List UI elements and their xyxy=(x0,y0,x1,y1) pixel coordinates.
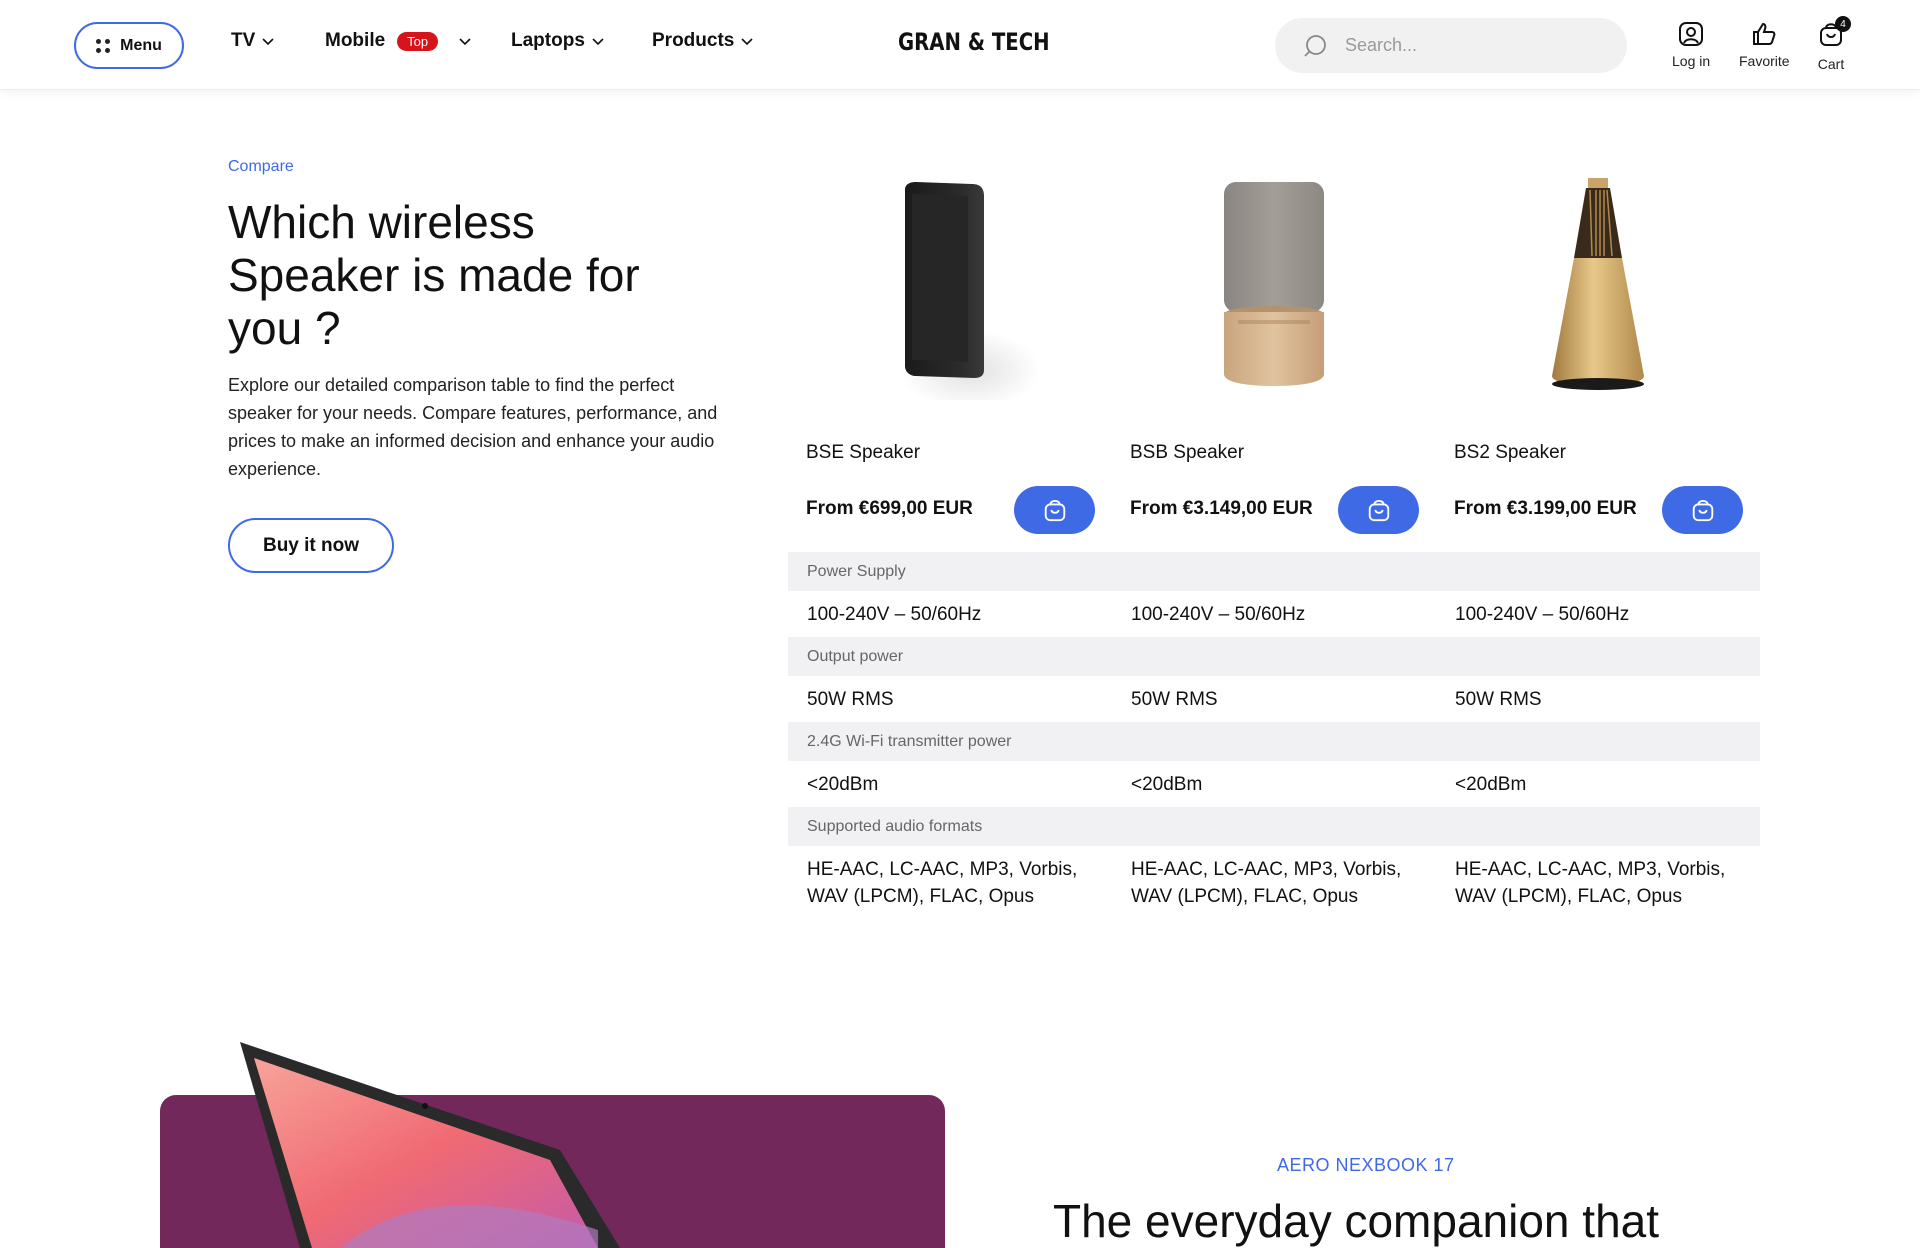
spec-value: 50W RMS xyxy=(1455,688,1542,710)
thumbs-up-icon xyxy=(1753,22,1776,45)
cart-button[interactable]: 4 Cart xyxy=(1817,16,1851,72)
laptop-title: The everyday companion that xyxy=(1053,1195,1660,1247)
product-image[interactable] xyxy=(1112,170,1436,400)
spec-value: 100-240V – 50/60Hz xyxy=(1455,603,1630,625)
chevron-down-icon xyxy=(592,38,604,46)
product-image[interactable] xyxy=(788,170,1112,400)
product-card-bsb: BSB Speaker From €3.149,00 EUR xyxy=(1112,170,1436,534)
add-to-cart-button[interactable] xyxy=(1014,486,1095,534)
spec-comparison-table: Power Supply 100-240V – 50/60Hz 100-240V… xyxy=(788,552,1760,912)
add-to-cart-button[interactable] xyxy=(1662,486,1743,534)
add-to-cart-button[interactable] xyxy=(1338,486,1419,534)
product-card-bse: BSE Speaker From €699,00 EUR xyxy=(788,170,1112,534)
spec-value: 50W RMS xyxy=(807,688,894,710)
shopping-bag-icon xyxy=(1368,500,1389,522)
spec-label-power-supply: Power Supply xyxy=(788,552,1760,591)
search-bar[interactable] xyxy=(1275,18,1627,73)
nav-item-tv[interactable]: TV xyxy=(231,30,275,52)
spec-value: HE-AAC, LC-AAC, MP3, Vorbis, WAV (LPCM),… xyxy=(807,859,1078,907)
shopping-bag-icon xyxy=(1692,500,1713,522)
product-card-bs2: BS2 Speaker From €3.199,00 EUR xyxy=(1436,170,1760,534)
site-header: Menu TV Mobile Top Laptops Products GRAN… xyxy=(0,0,1920,90)
nav-label: Laptops xyxy=(511,30,585,51)
menu-label: Menu xyxy=(120,36,162,54)
menu-button[interactable]: Menu xyxy=(74,22,184,69)
nav-item-mobile[interactable]: Mobile Top xyxy=(325,30,472,52)
spec-value: HE-AAC, LC-AAC, MP3, Vorbis, WAV (LPCM),… xyxy=(1131,859,1402,907)
spec-label-wifi-power: 2.4G Wi-Fi transmitter power xyxy=(788,722,1760,761)
nav-label: Mobile xyxy=(325,30,386,51)
search-icon xyxy=(1304,34,1326,57)
chevron-down-icon xyxy=(741,38,753,46)
search-input[interactable] xyxy=(1345,35,1595,56)
chevron-down-icon xyxy=(459,38,471,46)
spec-label-output-power: Output power xyxy=(788,637,1760,676)
product-image[interactable] xyxy=(1436,170,1760,400)
product-price: From €3.149,00 EUR xyxy=(1130,498,1313,519)
product-price: From €699,00 EUR xyxy=(806,498,973,519)
spec-row-output-power: 50W RMS 50W RMS 50W RMS xyxy=(788,676,1760,722)
login-button[interactable]: Log in xyxy=(1672,20,1710,69)
speaker-bsb-image xyxy=(1224,182,1324,386)
cart-icon-wrap: 4 xyxy=(1817,16,1851,51)
cart-label: Cart xyxy=(1817,56,1845,72)
product-price: From €3.199,00 EUR xyxy=(1454,498,1637,519)
menu-dots-icon xyxy=(96,38,111,53)
favorite-button[interactable]: Favorite xyxy=(1739,20,1790,69)
favorite-label: Favorite xyxy=(1739,53,1790,69)
spec-row-power-supply: 100-240V – 50/60Hz 100-240V – 50/60Hz 10… xyxy=(788,591,1760,637)
nav-item-laptops[interactable]: Laptops xyxy=(511,30,605,52)
laptop-eyebrow: AERO NEXBOOK 17 xyxy=(1277,1155,1455,1175)
spec-label-audio-formats: Supported audio formats xyxy=(788,807,1760,846)
product-name[interactable]: BSB Speaker xyxy=(1130,442,1244,464)
shopping-bag-icon xyxy=(1044,500,1065,522)
user-icon xyxy=(1679,22,1704,46)
chevron-down-icon xyxy=(262,38,274,46)
spec-value: HE-AAC, LC-AAC, MP3, Vorbis, WAV (LPCM),… xyxy=(1455,859,1726,907)
spec-value: 100-240V – 50/60Hz xyxy=(807,603,982,625)
compare-eyebrow: Compare xyxy=(228,158,294,175)
product-name[interactable]: BS2 Speaker xyxy=(1454,442,1566,464)
spec-value: 50W RMS xyxy=(1131,688,1218,710)
spec-row-wifi-power: <20dBm <20dBm <20dBm xyxy=(788,761,1760,807)
brand-logo[interactable]: GRAN & TECH xyxy=(898,28,1050,56)
cart-count-badge: 4 xyxy=(1835,16,1851,32)
spec-value: <20dBm xyxy=(807,773,879,795)
nav-label: Products xyxy=(652,30,735,51)
buy-now-button[interactable]: Buy it now xyxy=(228,518,394,573)
speaker-bs2-image xyxy=(1552,178,1644,390)
laptop-image xyxy=(240,1042,620,1248)
spec-value: 100-240V – 50/60Hz xyxy=(1131,603,1306,625)
compare-description: Explore our detailed comparison table to… xyxy=(228,375,718,479)
spec-row-audio-formats: HE-AAC, LC-AAC, MP3, Vorbis, WAV (LPCM),… xyxy=(788,846,1760,912)
nav-label: TV xyxy=(231,30,256,51)
spec-value: <20dBm xyxy=(1131,773,1203,795)
top-badge: Top xyxy=(397,31,439,51)
spec-value: <20dBm xyxy=(1455,773,1527,795)
nav-item-products[interactable]: Products xyxy=(652,30,754,52)
compare-title: Which wireless Speaker is made for you ? xyxy=(228,196,640,354)
speaker-bse-image xyxy=(900,182,1040,400)
product-name[interactable]: BSE Speaker xyxy=(806,442,920,464)
login-label: Log in xyxy=(1672,53,1711,69)
